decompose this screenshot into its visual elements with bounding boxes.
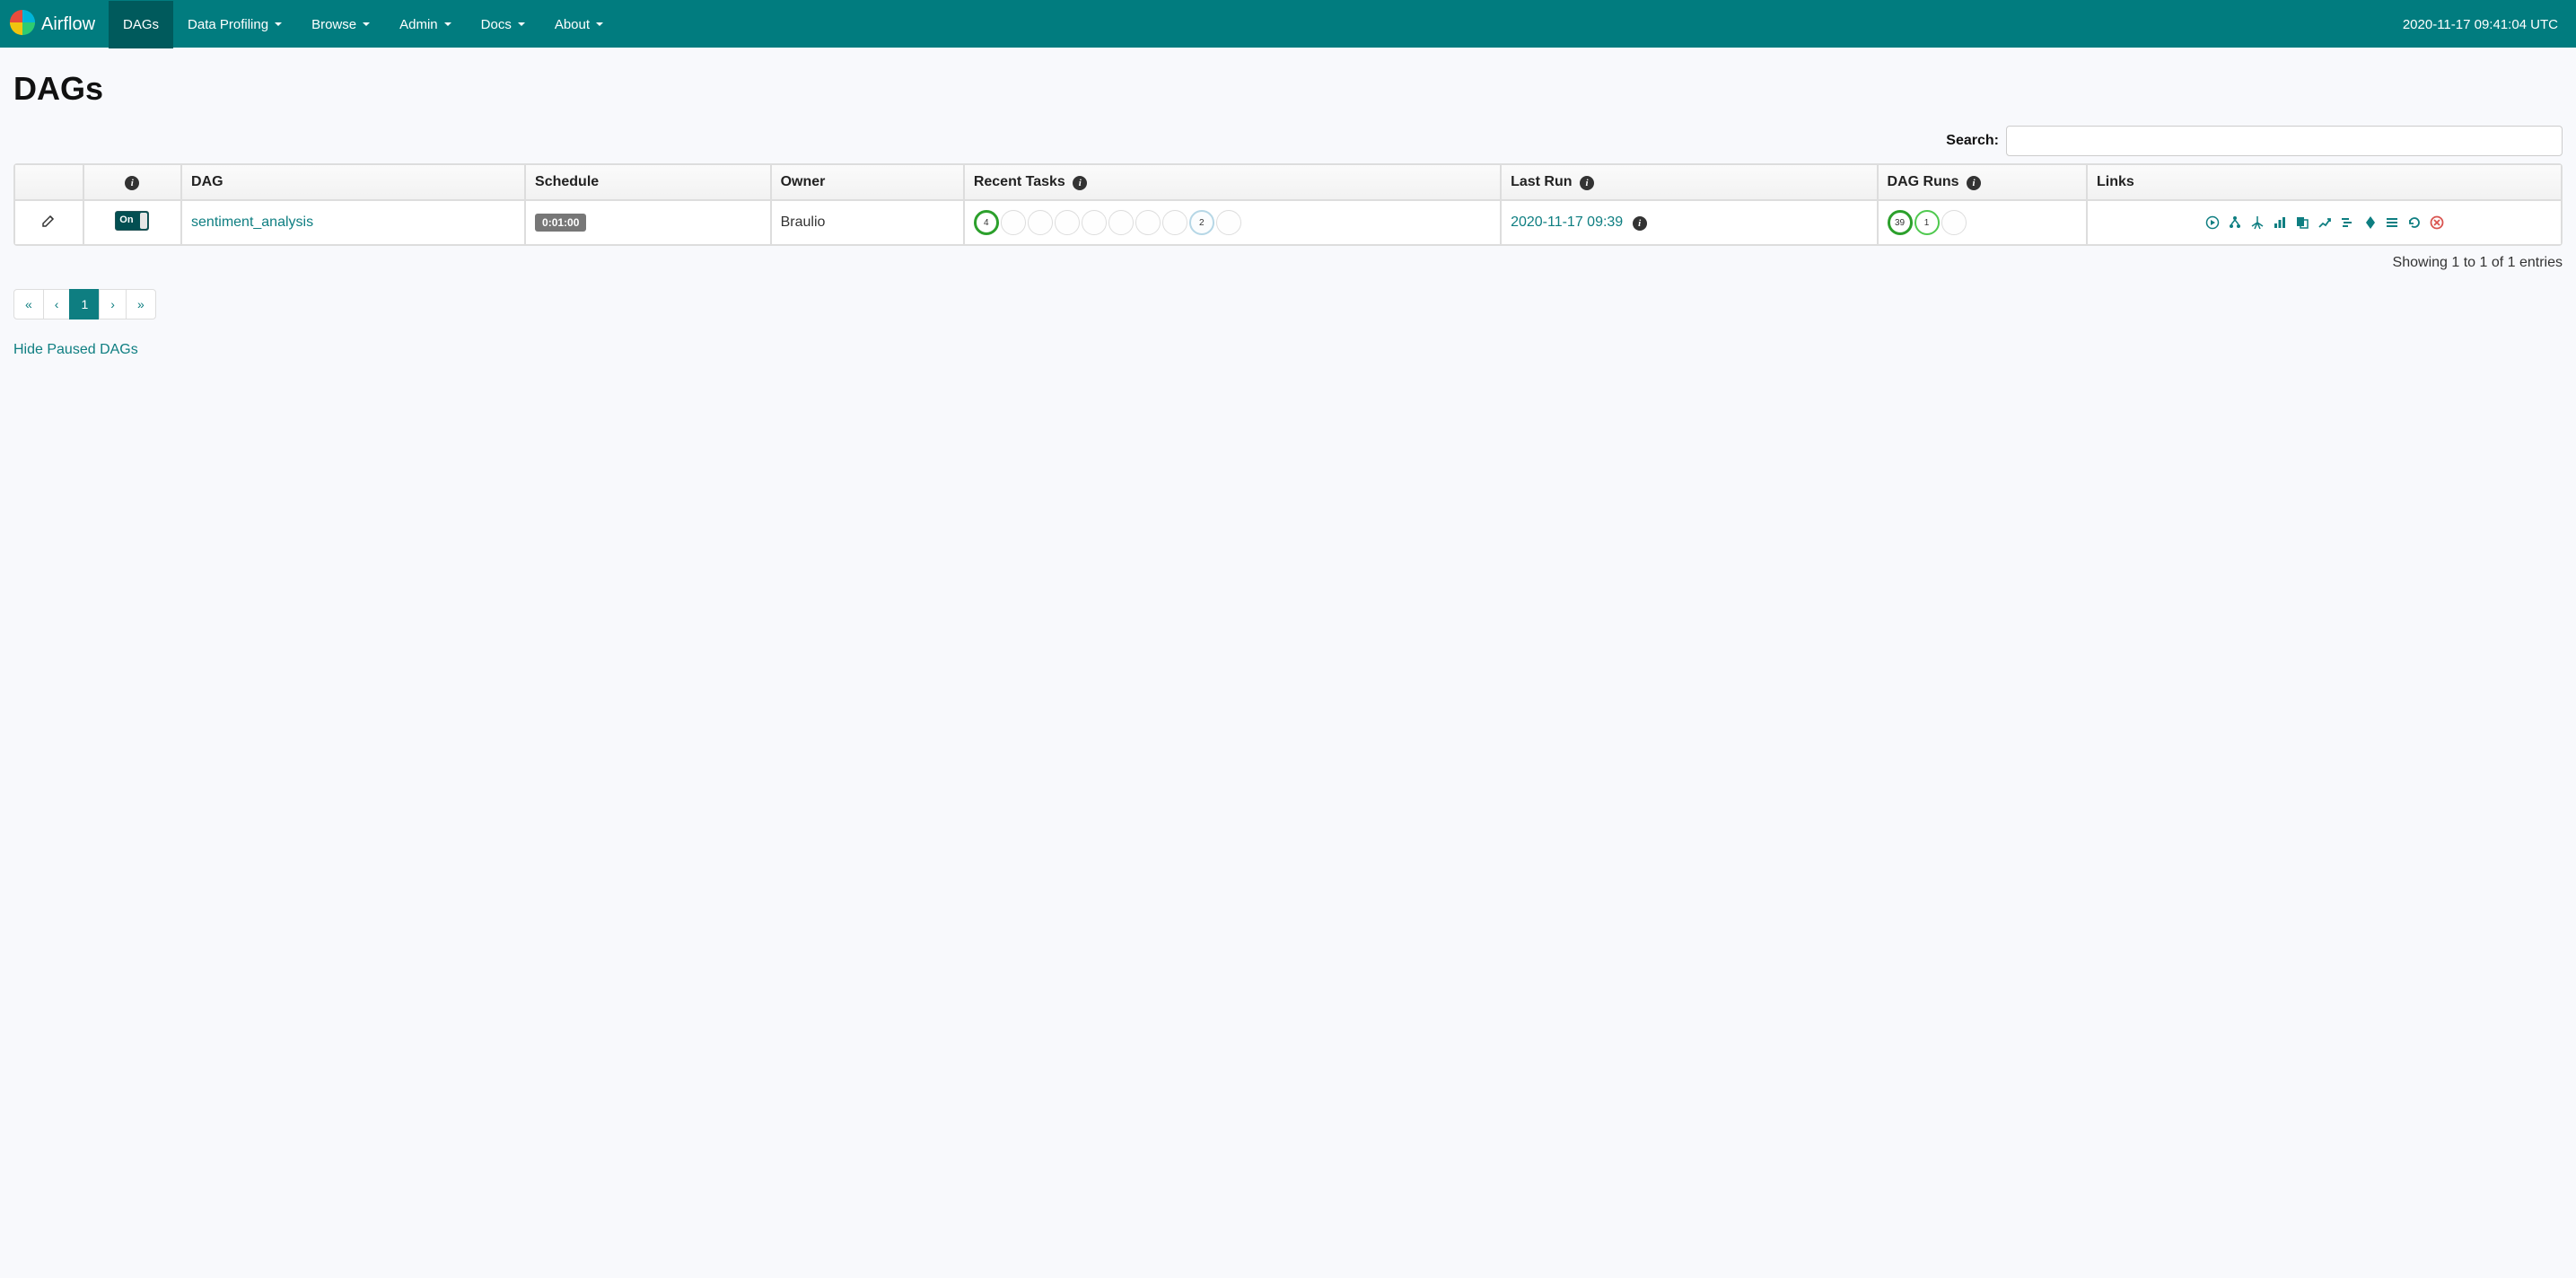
dags-table: i DAG Schedule Owner Recent Tasks i Last… — [13, 163, 2563, 246]
info-icon: i — [1967, 176, 1981, 190]
page-title: DAGs — [13, 70, 2563, 108]
task-circle-empty[interactable] — [1055, 210, 1080, 235]
page-current[interactable]: 1 — [69, 289, 100, 320]
page-first[interactable]: « — [13, 289, 44, 320]
task-tries-icon[interactable] — [2294, 214, 2310, 231]
refresh-icon[interactable] — [2406, 214, 2423, 231]
header-owner[interactable]: Owner — [771, 164, 964, 200]
landing-times-icon[interactable] — [2317, 214, 2333, 231]
graph-view-icon[interactable] — [2249, 214, 2265, 231]
task-circle-empty[interactable] — [1135, 210, 1161, 235]
nav-dags[interactable]: DAGs — [109, 1, 173, 48]
task-circle-empty[interactable] — [1216, 210, 1241, 235]
nav-browse[interactable]: Browse — [297, 1, 385, 48]
chevron-down-icon — [362, 17, 371, 32]
brand-link[interactable]: Airflow — [0, 9, 109, 41]
schedule-badge[interactable]: 0:01:00 — [535, 214, 586, 232]
task-circle-success[interactable]: 4 — [974, 210, 999, 235]
page-last[interactable]: » — [126, 289, 156, 320]
task-duration-icon[interactable] — [2272, 214, 2288, 231]
run-circle-success[interactable]: 39 — [1888, 210, 1913, 235]
links-icons — [2097, 214, 2552, 231]
chevron-down-icon — [595, 17, 604, 32]
page-next[interactable]: › — [99, 289, 127, 320]
header-info: i — [83, 164, 181, 200]
info-icon: i — [1580, 176, 1594, 190]
logs-icon[interactable] — [2384, 214, 2400, 231]
dag-toggle[interactable]: On — [115, 211, 149, 231]
chevron-down-icon — [274, 17, 283, 32]
toggle-label: On — [119, 214, 133, 225]
info-icon: i — [125, 176, 139, 190]
edit-icon[interactable] — [41, 216, 56, 232]
task-circle-empty[interactable] — [1162, 210, 1187, 235]
table-row: On sentiment_analysis 0:01:00 Braulio 4 — [14, 200, 2562, 245]
owner-text: Braulio — [781, 214, 826, 230]
showing-text: Showing 1 to 1 of 1 entries — [2393, 255, 2563, 271]
nav-clock: 2020-11-17 09:41:04 UTC — [2385, 17, 2576, 32]
chevron-down-icon — [517, 17, 526, 32]
info-icon: i — [1073, 176, 1087, 190]
hide-paused-link[interactable]: Hide Paused DAGs — [13, 342, 138, 358]
trigger-dag-icon[interactable] — [2204, 214, 2221, 231]
search-input[interactable] — [2006, 126, 2563, 156]
chevron-down-icon — [443, 17, 452, 32]
task-circle-empty[interactable] — [1001, 210, 1026, 235]
dag-runs: 39 1 — [1888, 210, 2077, 235]
brand-text: Airflow — [41, 14, 95, 35]
table-info: Showing 1 to 1 of 1 entries — [13, 246, 2563, 280]
main-content: DAGs Search: i DAG Schedule Owner Recent… — [0, 48, 2576, 372]
search-label: Search: — [1946, 133, 1999, 149]
header-last-run[interactable]: Last Run i — [1501, 164, 1877, 200]
info-icon[interactable]: i — [1633, 216, 1647, 231]
run-circle-running[interactable]: 1 — [1914, 210, 1940, 235]
airflow-logo-icon — [9, 9, 36, 41]
nav-links: DAGs Data Profiling Browse Admin Docs — [109, 1, 618, 48]
header-dag-runs: DAG Runs i — [1878, 164, 2087, 200]
run-circle-empty[interactable] — [1941, 210, 1967, 235]
dag-link[interactable]: sentiment_analysis — [191, 214, 313, 230]
nav-about[interactable]: About — [540, 1, 618, 48]
navbar: Airflow DAGs Data Profiling Browse Admin… — [0, 0, 2576, 48]
delete-dag-icon[interactable] — [2429, 214, 2445, 231]
recent-tasks: 4 2 — [974, 210, 1491, 235]
task-circle-empty[interactable] — [1028, 210, 1053, 235]
nav-docs[interactable]: Docs — [467, 1, 540, 48]
header-dag[interactable]: DAG — [181, 164, 525, 200]
task-circle-running[interactable]: 2 — [1189, 210, 1214, 235]
task-circle-empty[interactable] — [1082, 210, 1107, 235]
header-links: Links — [2087, 164, 2562, 200]
table-header-row: i DAG Schedule Owner Recent Tasks i Last… — [14, 164, 2562, 200]
last-run-link[interactable]: 2020-11-17 09:39 — [1511, 214, 1623, 230]
pagination: « ‹ 1 › » — [13, 289, 2563, 320]
search-bar: Search: — [13, 126, 2563, 156]
page-prev[interactable]: ‹ — [43, 289, 71, 320]
gantt-icon[interactable] — [2339, 214, 2355, 231]
code-icon[interactable] — [2361, 214, 2378, 231]
nav-admin[interactable]: Admin — [385, 1, 467, 48]
header-recent-tasks: Recent Tasks i — [964, 164, 1501, 200]
tree-view-icon[interactable] — [2227, 214, 2243, 231]
header-edit — [14, 164, 83, 200]
nav-data-profiling[interactable]: Data Profiling — [173, 1, 297, 48]
task-circle-empty[interactable] — [1108, 210, 1134, 235]
header-schedule[interactable]: Schedule — [525, 164, 771, 200]
